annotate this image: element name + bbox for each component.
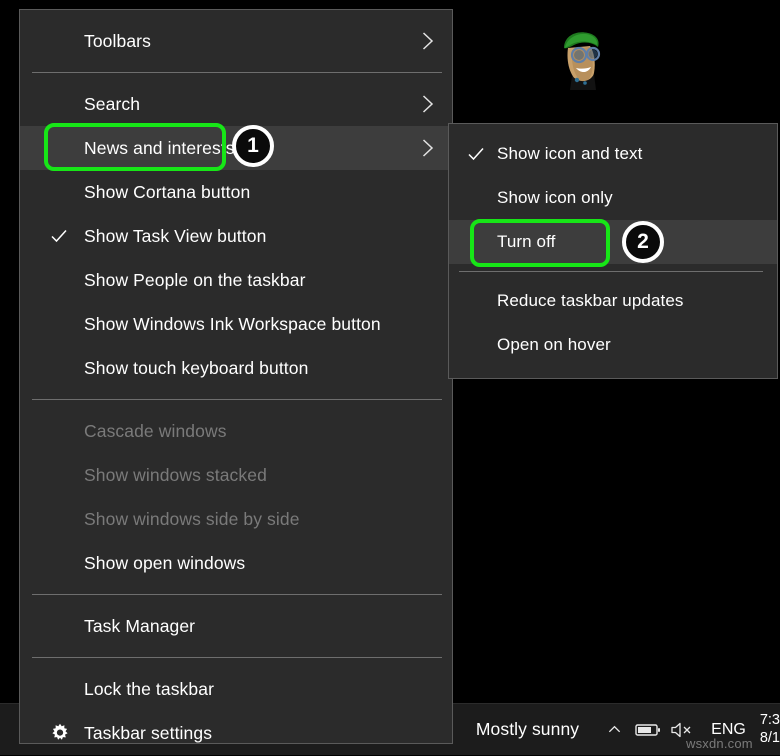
show-hidden-icons-button[interactable] [597,704,631,756]
submenu-item-reduce-taskbar-updates[interactable]: Reduce taskbar updates [449,279,777,323]
chevron-right-icon [421,31,434,51]
chevron-right-icon [421,138,434,158]
chevron-right-icon [421,31,434,51]
context-menu-item-search[interactable]: Search [20,82,452,126]
context-menu-item-show-windows-ink-workspace-button[interactable]: Show Windows Ink Workspace button [20,302,452,346]
battery-status-button[interactable] [631,704,665,756]
checkmark-icon [467,145,485,163]
submenu-item-label: Open on hover [497,335,611,355]
checkmark-icon [50,227,68,245]
news-and-interests-submenu[interactable]: Show icon and text Show icon only Turn off… [448,123,778,379]
submenu-item-label: Reduce taskbar updates [497,291,684,311]
context-menu-item-cascade-windows: Cascade windows [20,409,452,453]
context-menu-item-show-windows-side-by-side: Show windows side by side [20,497,452,541]
chevron-right-icon [421,94,434,114]
submenu-item-turn-off[interactable]: Turn off [449,220,777,264]
context-menu-item-label: Show windows side by side [84,509,300,530]
gear-icon [50,723,70,743]
volume-button[interactable] [665,704,699,756]
context-menu-item-label: Show Cortana button [84,182,250,203]
chevron-right-icon [421,94,434,114]
context-menu-item-label: Lock the taskbar [84,679,214,700]
menu-separator [32,399,442,400]
context-menu-item-label: Show touch keyboard button [84,358,308,379]
context-menu-item-label: Show People on the taskbar [84,270,306,291]
cartoon-avatar-icon [552,28,610,90]
context-menu-item-label: Cascade windows [84,421,227,442]
context-menu-item-toolbars[interactable]: Toolbars [20,19,452,63]
context-menu-item-show-open-windows[interactable]: Show open windows [20,541,452,585]
system-tray[interactable]: Mostly sunny ENG [466,704,780,756]
checkmark-icon [467,145,485,163]
submenu-item-open-on-hover[interactable]: Open on hover [449,323,777,367]
menu-separator [32,657,442,658]
context-menu-item-show-touch-keyboard-button[interactable]: Show touch keyboard button [20,346,452,390]
menu-separator [32,594,442,595]
checkmark-icon [50,227,68,245]
context-menu-item-label: Search [84,94,140,115]
context-menu-item-label: Show Task View button [84,226,266,247]
context-menu-item-show-people-on-the-taskbar[interactable]: Show People on the taskbar [20,258,452,302]
taskbar-context-menu[interactable]: Toolbars Search News and interests Show Cor… [19,9,453,744]
context-menu-item-label: Show windows stacked [84,465,267,486]
submenu-item-show-icon-only[interactable]: Show icon only [449,176,777,220]
context-menu-item-news-and-interests[interactable]: News and interests [20,126,452,170]
context-menu-item-show-task-view-button[interactable]: Show Task View button [20,214,452,258]
context-menu-item-label: News and interests [84,138,235,159]
submenu-item-show-icon-and-text[interactable]: Show icon and text [449,132,777,176]
chevron-right-icon [421,138,434,158]
submenu-item-label: Show icon and text [497,144,642,164]
gear-icon [50,723,70,743]
context-menu-item-show-cortana-button[interactable]: Show Cortana button [20,170,452,214]
submenu-item-label: Turn off [497,232,555,252]
context-menu-item-lock-the-taskbar[interactable]: Lock the taskbar [20,667,452,711]
clock-date: 8/1 [760,730,780,748]
context-menu-item-label: Toolbars [84,31,151,52]
battery-icon [635,722,661,738]
volume-muted-icon [670,721,694,739]
context-menu-item-label: Task Manager [84,616,195,637]
context-menu-item-label: Show Windows Ink Workspace button [84,314,381,335]
context-menu-item-label: Show open windows [84,553,245,574]
menu-separator [32,72,442,73]
context-menu-item-task-manager[interactable]: Task Manager [20,604,452,648]
chevron-up-icon [607,722,622,737]
context-menu-item-taskbar-settings[interactable]: Taskbar settings [20,711,452,755]
submenu-item-label: Show icon only [497,188,613,208]
context-menu-item-label: Taskbar settings [84,723,212,744]
context-menu-item-show-windows-stacked: Show windows stacked [20,453,452,497]
input-language-button[interactable]: ENG [699,721,758,739]
clock-and-date[interactable]: 7:3 8/1 [758,712,780,747]
clock-time: 7:3 [760,712,780,730]
taskbar-weather-widget[interactable]: Mostly sunny [466,719,597,740]
menu-separator [459,271,763,272]
